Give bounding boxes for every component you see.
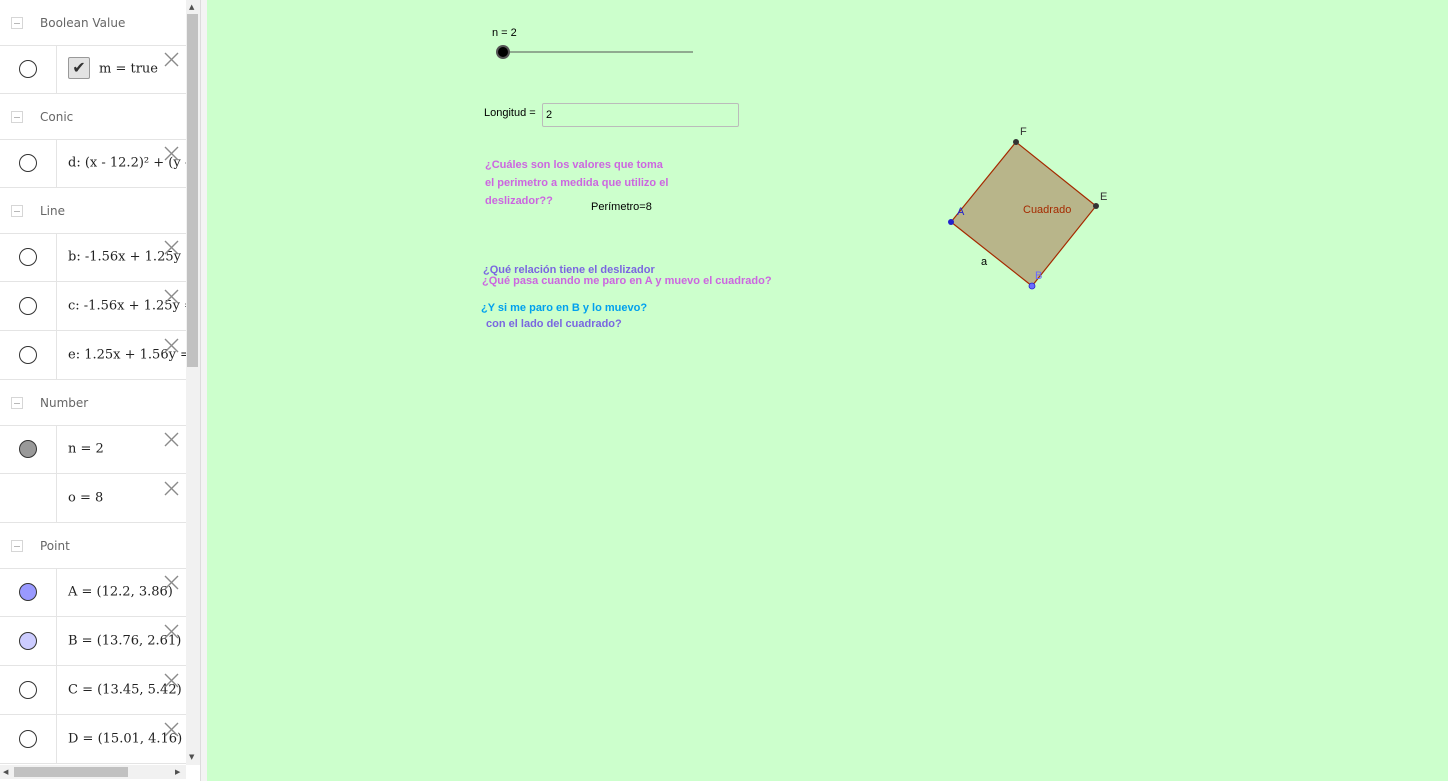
delete-icon[interactable] [163,145,180,162]
visibility-toggle-icon[interactable] [19,297,37,315]
algebra-item-m[interactable]: ✔ m = true [0,45,186,94]
checkbox-m[interactable]: ✔ [68,57,90,79]
segment-label-a: a [981,256,988,268]
category-boolean-value[interactable]: Boolean Value [0,0,186,46]
input-label: Longitud = [484,107,536,119]
point-E[interactable] [1093,203,1099,209]
longitud-input[interactable]: 2 [542,103,739,127]
visibility-toggle-icon[interactable] [19,681,37,699]
point-label-E: E [1100,191,1108,203]
point-label-A: A [957,206,965,218]
point-label-B: B [1035,270,1043,282]
visibility-toggle-icon[interactable] [19,60,37,78]
algebra-item-C[interactable]: C = (13.45, 5.42) [0,666,186,715]
category-number[interactable]: Number [0,380,186,426]
point-A[interactable] [948,219,954,225]
visibility-toggle-icon[interactable] [19,730,37,748]
graphics-view[interactable]: n = 2 Longitud = 2 ¿Cuáles son los valor… [207,0,1448,781]
perimeter-text: Perímetro=8 [591,201,652,213]
category-conic[interactable]: Conic [0,94,186,140]
view-divider[interactable] [200,0,207,781]
point-label-F: F [1020,126,1027,138]
algebra-item-e[interactable]: e: 1.25x + 1.56y = 21.27 [0,331,186,380]
slider-n[interactable] [492,42,697,62]
collapse-toggle-icon[interactable] [11,16,23,29]
visibility-toggle-icon[interactable] [19,440,37,458]
question-2: ¿Qué relación tiene el deslizador con el… [483,264,655,330]
delete-icon[interactable] [163,721,180,738]
algebra-item-D[interactable]: D = (15.01, 4.16) [0,715,186,764]
visibility-toggle-icon[interactable] [19,632,37,650]
slider-label: n = 2 [492,27,517,39]
delete-icon[interactable] [163,51,180,68]
delete-icon[interactable] [163,574,180,591]
delete-icon[interactable] [163,239,180,256]
delete-icon[interactable] [163,623,180,640]
algebra-item-n[interactable]: n = 2 [0,425,186,474]
category-label: Conic [40,109,74,124]
scroll-down-icon[interactable]: ▼ [189,753,194,761]
scroll-up-icon[interactable]: ▲ [189,3,194,11]
visibility-toggle-icon[interactable] [19,248,37,266]
category-line[interactable]: Line [0,188,186,234]
algebra-item-o[interactable]: o = 8 [0,474,186,523]
delete-icon[interactable] [163,288,180,305]
algebra-item-c[interactable]: c: -1.56x + 1.25y = -10.22 [0,282,186,331]
scroll-right-icon[interactable]: ▶ [175,768,180,776]
horizontal-scrollbar-thumb[interactable] [14,767,128,777]
collapse-toggle-icon[interactable] [11,539,23,552]
visibility-toggle-icon[interactable] [19,154,37,172]
algebra-item-b[interactable]: b: -1.56x + 1.25y = -14.21 [0,233,186,282]
question-4: ¿Y si me paro en B y lo muevo? [481,302,648,314]
delete-icon[interactable] [163,672,180,689]
delete-icon[interactable] [163,337,180,354]
formula-m: m = true [99,61,158,77]
formula-A: A = (12.2, 3.86) [68,584,173,600]
collapse-toggle-icon[interactable] [11,110,23,123]
visibility-toggle-icon[interactable] [19,583,37,601]
formula-n: n = 2 [68,441,104,457]
algebra-item-A[interactable]: A = (12.2, 3.86) [0,568,186,617]
delete-icon[interactable] [163,431,180,448]
category-label: Point [40,538,70,553]
collapse-toggle-icon[interactable] [11,396,23,409]
delete-icon[interactable] [163,480,180,497]
category-label: Line [40,203,66,218]
category-label: Boolean Value [40,15,126,30]
point-B[interactable] [1028,282,1036,290]
visibility-toggle-icon[interactable] [19,346,37,364]
polygon-label: Cuadrado [1023,204,1072,216]
question-3: ¿Qué pasa cuando me paro en A y muevo el… [482,275,772,287]
algebra-item-d[interactable]: d: (x - 12.2)² + (y - 3.86)² = 6.25 [0,139,186,188]
formula-o: o = 8 [68,490,104,506]
collapse-toggle-icon[interactable] [11,204,23,217]
algebra-item-B[interactable]: B = (13.76, 2.61) [0,617,186,666]
algebra-view[interactable]: Boolean Value ✔ m = true Conic d: (x - 1… [0,0,186,765]
vertical-scrollbar-thumb[interactable] [187,14,198,367]
point-F[interactable] [1013,139,1019,145]
category-point[interactable]: Point [0,523,186,569]
category-label: Number [40,395,89,410]
scroll-left-icon[interactable]: ◀ [3,768,8,776]
